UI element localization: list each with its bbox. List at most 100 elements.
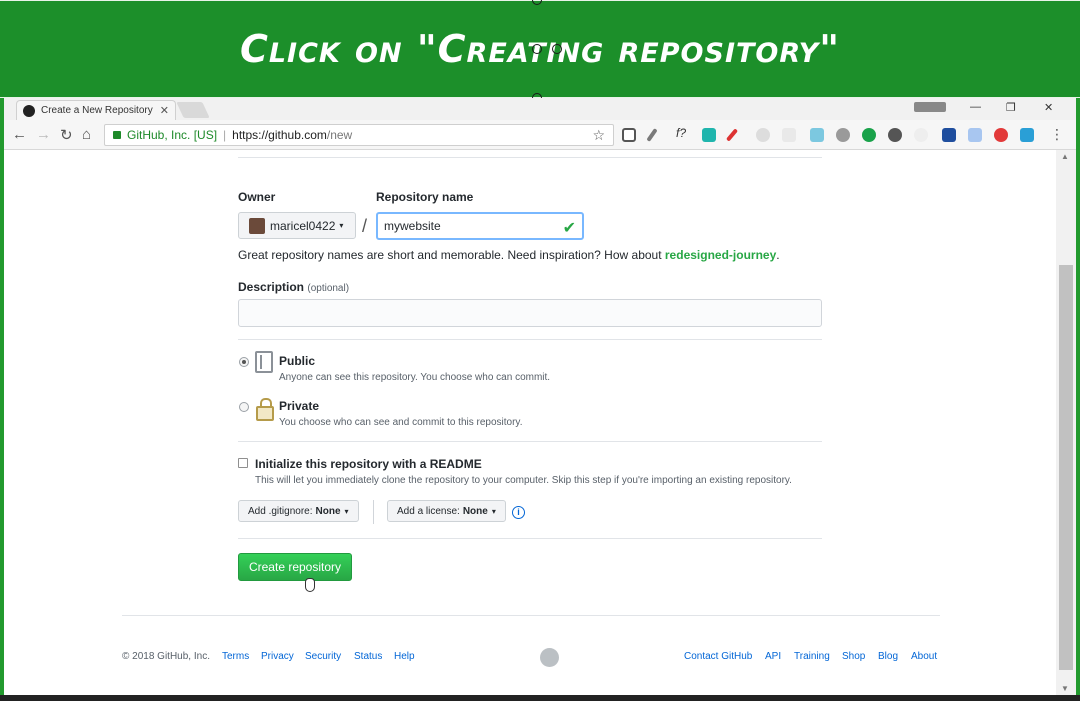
- address-separator: |: [223, 128, 227, 142]
- footer-link-api[interactable]: API: [765, 651, 781, 662]
- footer-link-shop[interactable]: Shop: [842, 651, 865, 662]
- url-host: https://github.com: [232, 128, 327, 142]
- cloud-extension-icon[interactable]: [1020, 128, 1034, 142]
- grammarly-extension-icon[interactable]: [862, 128, 876, 142]
- minimize-icon[interactable]: —: [970, 101, 981, 113]
- forward-arrow-icon[interactable]: →: [36, 126, 51, 143]
- footer-link-status[interactable]: Status: [354, 651, 382, 662]
- footer-link-blog[interactable]: Blog: [878, 651, 898, 662]
- readme-checkbox[interactable]: [238, 458, 248, 468]
- resize-handle-top[interactable]: [532, 0, 542, 5]
- footer-link-security[interactable]: Security: [305, 651, 341, 662]
- color-extension-icon[interactable]: [994, 128, 1008, 142]
- restore-icon[interactable]: ❐: [1006, 101, 1016, 114]
- reload-icon[interactable]: ↻: [60, 126, 73, 144]
- checklist-extension-icon[interactable]: [810, 128, 824, 142]
- page-content: Owner Repository name maricel0422 ▾ / my…: [4, 150, 1056, 695]
- chevron-down-icon: ▾: [491, 506, 496, 516]
- github-octocat-icon[interactable]: [540, 648, 559, 667]
- chevron-down-icon: ▾: [344, 506, 349, 516]
- repository-name-label: Repository name: [376, 190, 474, 204]
- gear-extension-icon[interactable]: [756, 128, 770, 142]
- create-repository-button[interactable]: Create repository: [238, 553, 352, 581]
- footer-link-privacy[interactable]: Privacy: [261, 651, 294, 662]
- avatar: [249, 217, 265, 234]
- home-icon[interactable]: ⌂: [82, 126, 91, 143]
- divider-top: [238, 157, 822, 158]
- repository-name-value: mywebsite: [384, 219, 441, 233]
- gitignore-value: None: [315, 505, 341, 517]
- public-radio[interactable]: [239, 357, 249, 367]
- info-icon[interactable]: i: [512, 506, 525, 519]
- footer-link-terms[interactable]: Terms: [222, 651, 249, 662]
- footer-link-contact[interactable]: Contact GitHub: [684, 651, 752, 662]
- description-optional-text: (optional): [307, 283, 350, 294]
- loading-extension-icon[interactable]: [914, 128, 928, 142]
- tab-create-repository[interactable]: Create a New Repository ✕: [16, 100, 176, 120]
- scroll-down-icon[interactable]: ▼: [1061, 684, 1069, 693]
- description-input[interactable]: [238, 299, 822, 327]
- readme-title: Initialize this repository with a README: [255, 457, 482, 471]
- new-tab-button[interactable]: [176, 102, 210, 118]
- description-label: Description (optional): [238, 280, 349, 294]
- eyedropper-extension-icon[interactable]: [646, 128, 658, 142]
- repo-book-icon: [255, 351, 273, 373]
- bookmark-star-icon[interactable]: ☆: [592, 127, 605, 144]
- footer-divider: [122, 615, 940, 616]
- suggested-name-link[interactable]: redesigned-journey: [665, 248, 776, 262]
- footer-link-help[interactable]: Help: [394, 651, 415, 662]
- tab-title: Create a New Repository: [41, 105, 153, 116]
- doc-extension-icon[interactable]: [968, 128, 982, 142]
- gitignore-select[interactable]: Add .gitignore: None ▾: [238, 500, 359, 522]
- address-bar[interactable]: GitHub, Inc. [US] | https://github.com/n…: [104, 124, 614, 146]
- gitignore-label: Add .gitignore:: [248, 505, 313, 517]
- owner-select[interactable]: maricel0422 ▾: [238, 212, 356, 239]
- repository-name-input[interactable]: mywebsite ✔: [376, 212, 584, 240]
- resize-handle-center-right[interactable]: [552, 44, 562, 54]
- hand-cursor-icon: [305, 578, 315, 592]
- secure-lock-icon: [113, 131, 121, 139]
- checkmark-icon: ✔: [562, 220, 576, 237]
- footer-link-training[interactable]: Training: [794, 651, 830, 662]
- taskbar-strip: [0, 695, 1080, 701]
- profile-chip[interactable]: [914, 102, 946, 112]
- description-label-text: Description: [238, 280, 305, 294]
- back-arrow-icon[interactable]: ←: [12, 126, 27, 143]
- hint-text: Great repository names are short and mem…: [238, 248, 665, 262]
- c-extension-icon[interactable]: [702, 128, 716, 142]
- screenshot-extension-icon[interactable]: [622, 128, 636, 142]
- lock-icon: [256, 398, 274, 421]
- toggle-extension-icon[interactable]: [782, 128, 796, 142]
- resize-handle-center-left[interactable]: [532, 44, 542, 54]
- tab-close-icon[interactable]: ✕: [160, 104, 169, 117]
- private-title: Private: [279, 399, 320, 413]
- evernote-extension-icon[interactable]: [888, 128, 902, 142]
- browser-window: Create a New Repository ✕ — ❐ ✕ ← → ↻ ⌂ …: [4, 98, 1076, 695]
- url-path: /new: [326, 128, 353, 142]
- public-title: Public: [279, 354, 316, 368]
- tab-strip: Create a New Repository ✕ — ❐ ✕: [4, 98, 1076, 120]
- divider-readme: [238, 441, 822, 442]
- browser-menu-icon[interactable]: ⋮: [1050, 126, 1064, 143]
- browser-toolbar: ← → ↻ ⌂ GitHub, Inc. [US] | https://gith…: [4, 120, 1076, 150]
- divider-visibility: [238, 339, 822, 340]
- scroll-up-icon[interactable]: ▲: [1061, 152, 1069, 161]
- name-hint: Great repository names are short and mem…: [238, 248, 780, 262]
- circle-extension-icon[interactable]: [836, 128, 850, 142]
- license-value: None: [462, 505, 488, 517]
- book-extension-icon[interactable]: [942, 128, 956, 142]
- vertical-scrollbar[interactable]: ▲ ▼: [1056, 150, 1076, 695]
- license-select[interactable]: Add a license: None ▾: [387, 500, 506, 522]
- window-close-icon[interactable]: ✕: [1044, 101, 1053, 114]
- private-radio[interactable]: [239, 402, 249, 412]
- footer-link-about[interactable]: About: [911, 651, 937, 662]
- scrollbar-thumb[interactable]: [1059, 265, 1073, 670]
- owner-repo-separator: /: [362, 216, 368, 236]
- license-label: Add a license:: [397, 505, 460, 517]
- readme-description: This will let you immediately clone the …: [255, 475, 792, 486]
- formula-extension-icon[interactable]: f?: [676, 126, 690, 140]
- footer-copyright: © 2018 GitHub, Inc.: [122, 651, 210, 662]
- github-favicon-icon: [23, 104, 35, 117]
- pen-extension-icon[interactable]: [725, 128, 739, 142]
- chevron-down-icon: ▾: [339, 221, 344, 230]
